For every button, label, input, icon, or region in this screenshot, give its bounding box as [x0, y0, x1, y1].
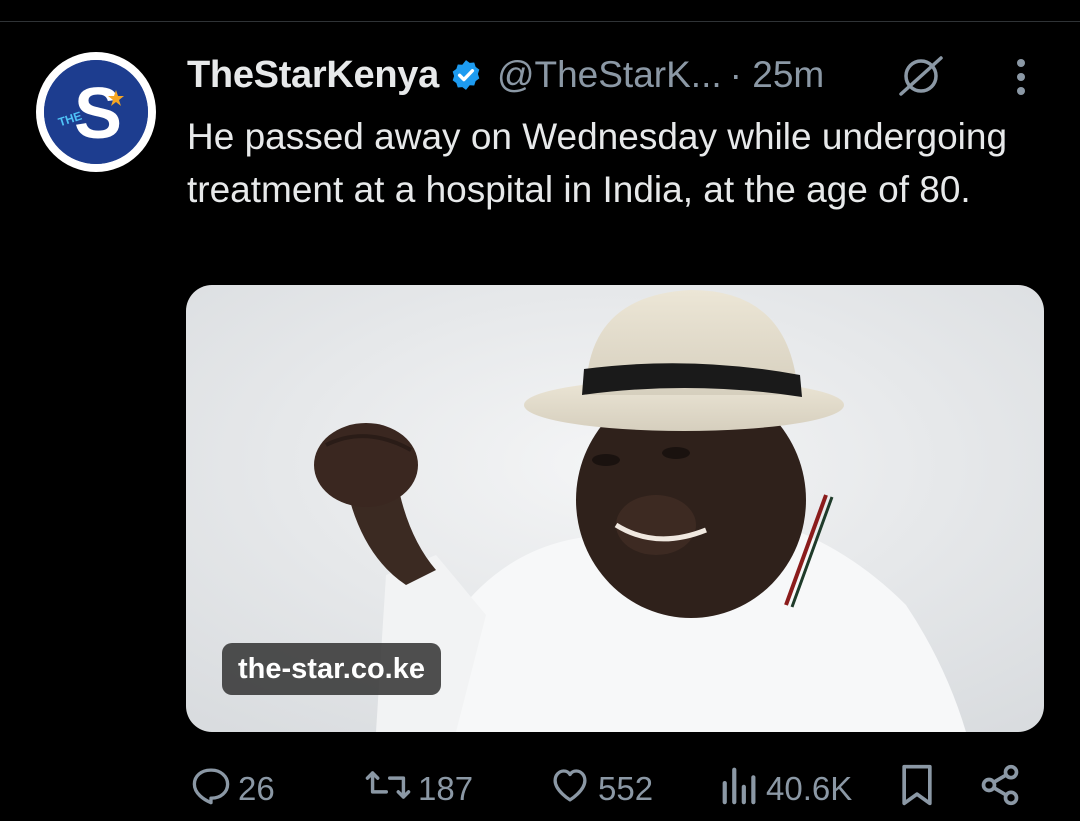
- bookmark-icon: [898, 763, 942, 815]
- grok-icon[interactable]: [897, 54, 945, 103]
- tweet-image[interactable]: the-star.co.ke: [186, 285, 1044, 732]
- avatar-logo: S THE: [44, 60, 148, 164]
- verified-badge-icon: [449, 58, 483, 92]
- more-vertical-icon[interactable]: [1004, 58, 1038, 103]
- reply-count: 26: [238, 770, 275, 807]
- tweet-timestamp[interactable]: · 25m: [730, 54, 825, 96]
- like-button[interactable]: 552: [548, 765, 653, 813]
- like-count: 552: [598, 770, 654, 807]
- tweet-text: He passed away on Wednesday while underg…: [187, 116, 1008, 210]
- views-count: 40.6K: [766, 770, 853, 807]
- views-chart-icon: [720, 764, 766, 814]
- author-name[interactable]: TheStarKenya: [187, 54, 439, 97]
- bookmark-button[interactable]: [898, 763, 942, 815]
- repost-count: 187: [418, 770, 474, 807]
- repost-button[interactable]: 187: [364, 765, 473, 813]
- author-handle[interactable]: @TheStarK...: [497, 54, 722, 96]
- repost-icon: [364, 764, 418, 814]
- top-divider: [0, 21, 1080, 22]
- media-source-badge: the-star.co.ke: [222, 643, 441, 695]
- tweet-actions: 26 187 552 40.6K: [0, 763, 1080, 815]
- heart-icon: [548, 764, 598, 814]
- avatar[interactable]: S THE: [36, 52, 156, 172]
- reply-icon: [190, 764, 238, 814]
- share-button[interactable]: [978, 763, 1028, 815]
- share-icon: [978, 763, 1028, 815]
- views-button[interactable]: 40.6K: [720, 765, 852, 813]
- tweet-header: TheStarKenya @TheStarK... · 25m: [187, 52, 824, 98]
- reply-button[interactable]: 26: [190, 765, 275, 813]
